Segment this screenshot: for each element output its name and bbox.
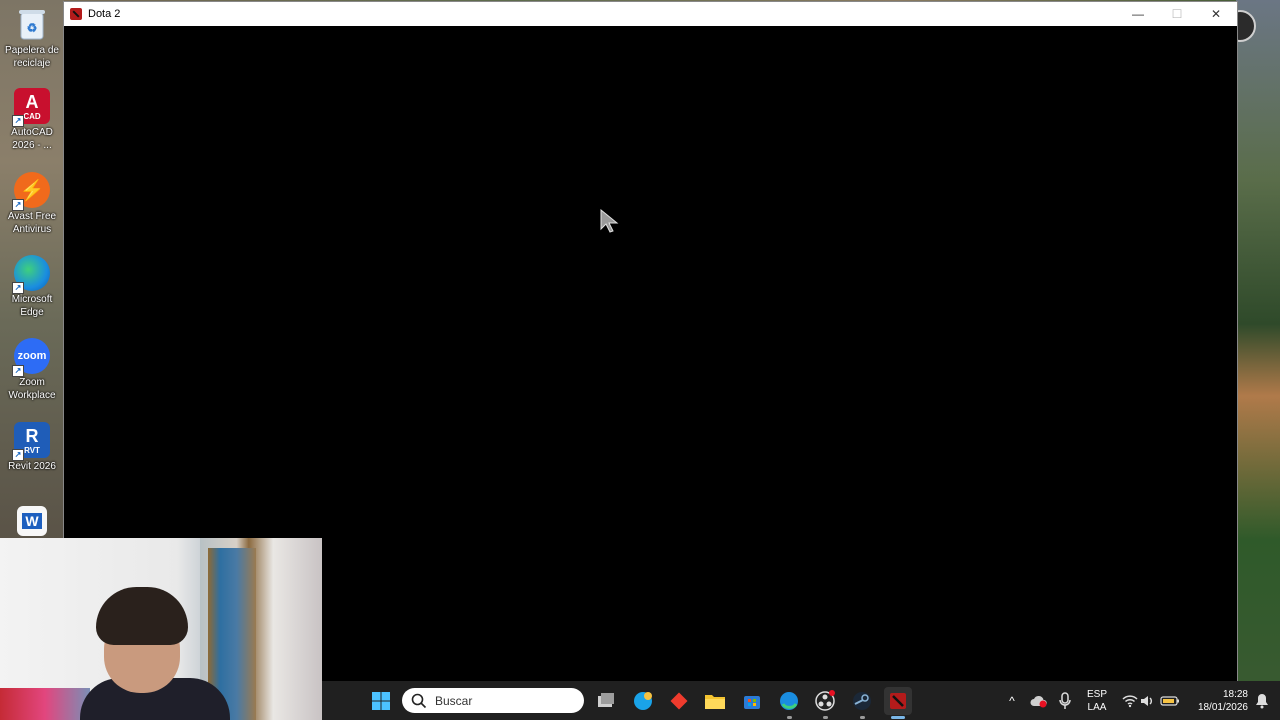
maximize-button[interactable]: ☐	[1158, 2, 1196, 26]
revit-shortcut[interactable]: R RVT ↗ Revit 2026	[4, 422, 60, 473]
steam-icon	[853, 692, 871, 710]
microphone-icon	[1059, 692, 1071, 709]
word-shortcut[interactable]: W	[4, 506, 60, 536]
speaker-icon	[1141, 696, 1152, 706]
dota2-app-icon	[70, 8, 82, 20]
zoom-shortcut[interactable]: zoom ↗ Zoom Workplace	[4, 338, 60, 402]
cloud-error-icon	[1030, 695, 1047, 708]
steam-button[interactable]	[848, 687, 876, 715]
recycle-bin-glyph-icon: ♻	[14, 6, 50, 42]
close-icon: ✕	[1210, 7, 1222, 21]
running-indicator	[787, 716, 792, 719]
obs-icon	[815, 690, 835, 711]
notifications-button[interactable]	[1248, 687, 1276, 715]
edge-shortcut[interactable]: ↗ Microsoft Edge	[4, 255, 60, 319]
recycle-bin-icon[interactable]: ♻ Papelera de reciclaje	[4, 6, 60, 70]
language-indicator[interactable]: ESP LAA	[1084, 688, 1110, 714]
webcam-person-hair	[96, 587, 188, 645]
edge-icon: ↗	[12, 255, 50, 294]
desktop-icon-label: Zoom Workplace	[8, 377, 56, 401]
search-icon	[411, 693, 427, 708]
clock-date: 18/01/2026	[1197, 702, 1248, 713]
avast-shortcut[interactable]: ⚡ ↗ Avast Free Antivirus	[4, 172, 60, 236]
anydesk-button[interactable]	[665, 687, 693, 715]
edge-taskbar-button[interactable]	[775, 687, 803, 715]
store-icon	[744, 696, 760, 709]
active-indicator	[891, 716, 905, 719]
copilot-button[interactable]	[629, 687, 657, 715]
onedrive-button[interactable]	[1025, 687, 1053, 715]
mouse-cursor-icon	[600, 209, 619, 233]
shortcut-arrow-icon: ↗	[12, 199, 24, 211]
folder-icon	[705, 695, 725, 709]
obs-button[interactable]	[811, 687, 839, 715]
desktop-icon-label: Avast Free Antivirus	[7, 211, 57, 235]
keyboard-layout: LAA	[1087, 702, 1107, 713]
battery-icon	[1160, 696, 1179, 706]
taskbar: Buscar ^ ESP LAA 18:28 18/01/2026	[322, 681, 1280, 720]
desktop-icon-label: Papelera de reciclaje	[5, 45, 59, 69]
search-placeholder: Buscar	[435, 693, 473, 708]
microphone-button[interactable]	[1051, 687, 1079, 715]
minimize-icon: —	[1132, 7, 1144, 21]
window-titlebar[interactable]: Dota 2 — ☐ ✕	[64, 2, 1237, 26]
minimize-button[interactable]: —	[1119, 2, 1157, 26]
revit-icon: R RVT ↗	[12, 422, 50, 461]
shortcut-arrow-icon: ↗	[12, 449, 24, 461]
webcam-overlay	[0, 538, 322, 720]
clock-time: 18:28	[1222, 689, 1248, 700]
desktop-icon-label: Microsoft Edge	[11, 294, 53, 318]
autocad-icon: A CAD ↗	[12, 88, 50, 127]
webcam-cloth	[0, 688, 90, 720]
file-explorer-button[interactable]	[701, 687, 729, 715]
svg-text:♻: ♻	[27, 21, 38, 35]
avast-icon: ⚡ ↗	[12, 172, 50, 211]
zoom-icon: zoom ↗	[12, 338, 50, 377]
language-code: ESP	[1086, 689, 1107, 700]
clock[interactable]: 18:28 18/01/2026	[1188, 688, 1248, 714]
desktop-icon-label: AutoCAD 2026 - ...	[11, 127, 53, 151]
dota2-taskbar-button[interactable]	[884, 687, 912, 715]
desktop-wallpaper-right	[1236, 0, 1280, 720]
word-icon: W	[17, 506, 47, 536]
anydesk-icon	[670, 692, 688, 710]
dota2-icon	[890, 693, 906, 709]
running-indicator	[860, 716, 865, 719]
battery-button[interactable]	[1156, 687, 1184, 715]
windows-logo-icon	[372, 692, 390, 710]
running-indicator	[823, 716, 828, 719]
autocad-shortcut[interactable]: A CAD ↗ AutoCAD 2026 - ...	[4, 88, 60, 152]
show-hidden-icons-button[interactable]: ^	[998, 687, 1026, 715]
window-title: Dota 2	[88, 8, 121, 20]
start-button[interactable]	[367, 687, 395, 715]
desktop-icon-label: Revit 2026	[8, 461, 56, 472]
shortcut-arrow-icon: ↗	[12, 282, 24, 294]
shortcut-arrow-icon: ↗	[12, 365, 24, 377]
bell-icon	[1256, 694, 1268, 709]
close-button[interactable]: ✕	[1197, 2, 1235, 26]
search-box[interactable]: Buscar	[402, 688, 584, 713]
task-view-button[interactable]	[592, 687, 620, 715]
chevron-up-icon: ^	[1009, 694, 1015, 708]
maximize-icon: ☐	[1171, 7, 1183, 21]
shortcut-arrow-icon: ↗	[12, 115, 24, 127]
task-view-icon	[598, 693, 614, 707]
copilot-icon	[634, 692, 652, 710]
store-button[interactable]	[738, 687, 766, 715]
edge-icon	[780, 692, 798, 710]
